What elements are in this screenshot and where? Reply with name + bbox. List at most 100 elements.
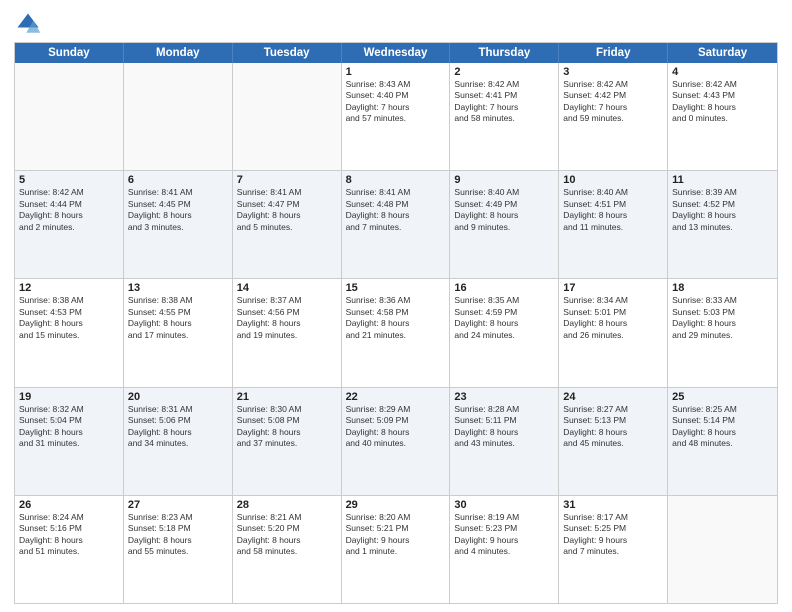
cell-line: Sunset: 4:47 PM: [237, 199, 337, 210]
day-cell-10: 10Sunrise: 8:40 AMSunset: 4:51 PMDayligh…: [559, 171, 668, 278]
cell-line: Sunrise: 8:31 AM: [128, 404, 228, 415]
cell-line: Sunrise: 8:42 AM: [672, 79, 773, 90]
cell-line: Sunrise: 8:39 AM: [672, 187, 773, 198]
cell-line: Sunrise: 8:23 AM: [128, 512, 228, 523]
cell-line: and 7 minutes.: [346, 222, 446, 233]
cell-line: Sunset: 4:41 PM: [454, 90, 554, 101]
cell-line: Sunrise: 8:41 AM: [128, 187, 228, 198]
day-number: 31: [563, 499, 663, 511]
cell-line: Daylight: 8 hours: [346, 427, 446, 438]
cell-line: and 31 minutes.: [19, 438, 119, 449]
day-number: 12: [19, 282, 119, 294]
cell-line: Sunrise: 8:41 AM: [237, 187, 337, 198]
cell-line: Daylight: 8 hours: [128, 210, 228, 221]
cell-line: Sunset: 4:43 PM: [672, 90, 773, 101]
day-cell-16: 16Sunrise: 8:35 AMSunset: 4:59 PMDayligh…: [450, 279, 559, 386]
cell-line: Daylight: 9 hours: [454, 535, 554, 546]
cell-line: Daylight: 8 hours: [128, 318, 228, 329]
cell-line: Sunset: 4:40 PM: [346, 90, 446, 101]
day-cell-24: 24Sunrise: 8:27 AMSunset: 5:13 PMDayligh…: [559, 388, 668, 495]
cell-line: Daylight: 8 hours: [672, 102, 773, 113]
day-cell-23: 23Sunrise: 8:28 AMSunset: 5:11 PMDayligh…: [450, 388, 559, 495]
day-number: 13: [128, 282, 228, 294]
calendar-row-1: 1Sunrise: 8:43 AMSunset: 4:40 PMDaylight…: [15, 63, 777, 171]
cell-line: Sunrise: 8:19 AM: [454, 512, 554, 523]
day-number: 26: [19, 499, 119, 511]
cell-line: and 43 minutes.: [454, 438, 554, 449]
cell-line: Daylight: 8 hours: [19, 210, 119, 221]
day-cell-20: 20Sunrise: 8:31 AMSunset: 5:06 PMDayligh…: [124, 388, 233, 495]
cell-line: Sunset: 4:49 PM: [454, 199, 554, 210]
day-number: 6: [128, 174, 228, 186]
day-cell-31: 31Sunrise: 8:17 AMSunset: 5:25 PMDayligh…: [559, 496, 668, 603]
cell-line: Sunrise: 8:20 AM: [346, 512, 446, 523]
cell-line: Daylight: 8 hours: [346, 210, 446, 221]
day-number: 29: [346, 499, 446, 511]
cell-line: and 19 minutes.: [237, 330, 337, 341]
day-cell-2: 2Sunrise: 8:42 AMSunset: 4:41 PMDaylight…: [450, 63, 559, 170]
day-number: 5: [19, 174, 119, 186]
empty-cell: [15, 63, 124, 170]
day-cell-11: 11Sunrise: 8:39 AMSunset: 4:52 PMDayligh…: [668, 171, 777, 278]
cell-line: Sunrise: 8:17 AM: [563, 512, 663, 523]
cell-line: Sunrise: 8:38 AM: [19, 295, 119, 306]
cell-line: and 24 minutes.: [454, 330, 554, 341]
cell-line: Daylight: 8 hours: [19, 318, 119, 329]
header-cell-tuesday: Tuesday: [233, 43, 342, 63]
day-number: 9: [454, 174, 554, 186]
cell-line: Daylight: 8 hours: [19, 535, 119, 546]
cell-line: Daylight: 8 hours: [237, 427, 337, 438]
cell-line: Daylight: 9 hours: [563, 535, 663, 546]
day-cell-28: 28Sunrise: 8:21 AMSunset: 5:20 PMDayligh…: [233, 496, 342, 603]
cell-line: Sunset: 5:11 PM: [454, 415, 554, 426]
cell-line: Daylight: 8 hours: [672, 318, 773, 329]
header-cell-monday: Monday: [124, 43, 233, 63]
day-number: 19: [19, 391, 119, 403]
cell-line: Sunrise: 8:42 AM: [563, 79, 663, 90]
empty-cell: [233, 63, 342, 170]
cell-line: Sunrise: 8:32 AM: [19, 404, 119, 415]
cell-line: and 45 minutes.: [563, 438, 663, 449]
cell-line: Sunset: 4:44 PM: [19, 199, 119, 210]
calendar-row-2: 5Sunrise: 8:42 AMSunset: 4:44 PMDaylight…: [15, 171, 777, 279]
cell-line: Sunset: 5:06 PM: [128, 415, 228, 426]
day-number: 15: [346, 282, 446, 294]
cell-line: and 34 minutes.: [128, 438, 228, 449]
cell-line: Sunset: 5:13 PM: [563, 415, 663, 426]
day-number: 25: [672, 391, 773, 403]
cell-line: Sunrise: 8:36 AM: [346, 295, 446, 306]
cell-line: and 37 minutes.: [237, 438, 337, 449]
cell-line: Sunrise: 8:42 AM: [454, 79, 554, 90]
cell-line: Daylight: 8 hours: [237, 210, 337, 221]
cell-line: Sunset: 5:23 PM: [454, 523, 554, 534]
cell-line: Daylight: 8 hours: [672, 210, 773, 221]
cell-line: Daylight: 8 hours: [237, 318, 337, 329]
cell-line: Sunrise: 8:27 AM: [563, 404, 663, 415]
cell-line: and 55 minutes.: [128, 546, 228, 557]
cell-line: Daylight: 8 hours: [563, 210, 663, 221]
cell-line: Sunset: 4:45 PM: [128, 199, 228, 210]
cell-line: Sunset: 4:59 PM: [454, 307, 554, 318]
cell-line: and 4 minutes.: [454, 546, 554, 557]
day-cell-15: 15Sunrise: 8:36 AMSunset: 4:58 PMDayligh…: [342, 279, 451, 386]
cell-line: and 26 minutes.: [563, 330, 663, 341]
logo-icon: [14, 10, 42, 38]
header-cell-thursday: Thursday: [450, 43, 559, 63]
day-number: 20: [128, 391, 228, 403]
cell-line: Daylight: 8 hours: [237, 535, 337, 546]
day-cell-13: 13Sunrise: 8:38 AMSunset: 4:55 PMDayligh…: [124, 279, 233, 386]
cell-line: Sunrise: 8:38 AM: [128, 295, 228, 306]
cell-line: and 2 minutes.: [19, 222, 119, 233]
header: [14, 10, 778, 38]
header-cell-saturday: Saturday: [668, 43, 777, 63]
day-cell-6: 6Sunrise: 8:41 AMSunset: 4:45 PMDaylight…: [124, 171, 233, 278]
day-cell-7: 7Sunrise: 8:41 AMSunset: 4:47 PMDaylight…: [233, 171, 342, 278]
cell-line: Sunset: 4:51 PM: [563, 199, 663, 210]
cell-line: Sunrise: 8:43 AM: [346, 79, 446, 90]
day-cell-22: 22Sunrise: 8:29 AMSunset: 5:09 PMDayligh…: [342, 388, 451, 495]
cell-line: and 58 minutes.: [454, 113, 554, 124]
day-cell-9: 9Sunrise: 8:40 AMSunset: 4:49 PMDaylight…: [450, 171, 559, 278]
day-number: 23: [454, 391, 554, 403]
cell-line: and 3 minutes.: [128, 222, 228, 233]
cell-line: Sunrise: 8:35 AM: [454, 295, 554, 306]
